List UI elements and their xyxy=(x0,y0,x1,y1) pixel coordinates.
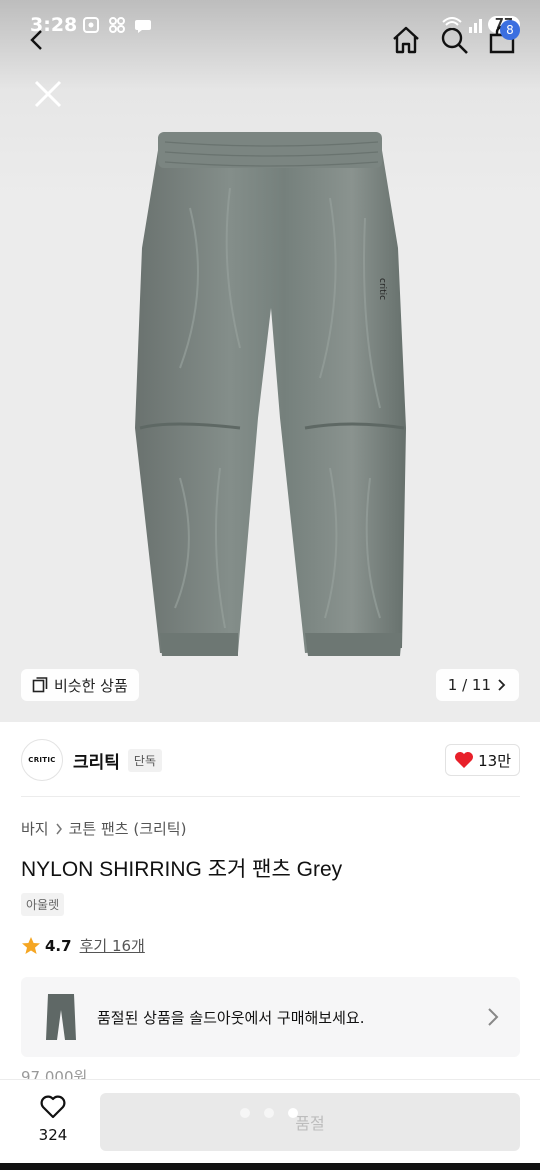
product-image-pants: critic xyxy=(135,132,406,656)
status-notification-icons xyxy=(82,16,152,34)
brand-like-count: 13만 xyxy=(478,751,511,770)
breadcrumb-item[interactable]: 코튼 팬츠 (크리틱) xyxy=(69,818,187,839)
soldout-banner-text: 품절된 상품을 솔드아웃에서 구매해보세요. xyxy=(97,1008,365,1027)
header-actions xyxy=(390,24,518,56)
soldout-banner[interactable]: 품절된 상품을 솔드아웃에서 구매해보세요. xyxy=(21,977,520,1057)
home-icon[interactable] xyxy=(390,24,422,56)
rating-score: 4.7 xyxy=(45,936,72,955)
chevron-right-icon xyxy=(498,679,506,691)
back-icon[interactable] xyxy=(26,28,50,52)
product-title: NYLON SHIRRING 조거 팬츠 Grey xyxy=(21,858,343,881)
search-icon[interactable] xyxy=(438,24,470,56)
chevron-right-icon xyxy=(56,823,62,834)
heart-outline-icon xyxy=(40,1095,66,1119)
similar-icon xyxy=(32,677,48,693)
outlet-tag: 아울렛 xyxy=(21,893,65,916)
soldout-purchase-button[interactable]: 품절 xyxy=(100,1093,520,1151)
similar-products-button[interactable]: 비슷한 상품 xyxy=(21,669,139,701)
heart-icon xyxy=(455,752,474,768)
loading-dot xyxy=(288,1108,298,1118)
navigation-bar xyxy=(0,1163,540,1170)
chat-bubble-icon xyxy=(135,20,151,33)
brand-logo-text: CRITIC xyxy=(28,756,56,764)
brand-logo[interactable]: CRITIC xyxy=(21,739,63,781)
close-icon[interactable] xyxy=(32,78,64,110)
breadcrumb: 바지 코튼 팬츠 (크리틱) xyxy=(21,818,186,839)
soldout-product-thumbnail xyxy=(46,994,76,1040)
cart-count-badge: 8 xyxy=(500,20,520,40)
pants-brand-print: critic xyxy=(377,278,387,300)
bottom-action-bar: 324 품절 xyxy=(0,1079,540,1170)
image-pager[interactable]: 1 / 11 xyxy=(435,669,519,701)
reviews-link[interactable]: 후기 16개 xyxy=(80,935,145,956)
grid-app-icon xyxy=(109,17,125,33)
soldout-button-label: 품절 xyxy=(295,1114,325,1133)
star-icon xyxy=(22,936,40,954)
loading-dots xyxy=(240,1108,298,1118)
wish-button[interactable]: 324 xyxy=(28,1094,78,1144)
image-pager-count: 1 / 11 xyxy=(447,676,491,694)
chevron-right-icon xyxy=(488,1008,499,1026)
brand-like-button[interactable]: 13만 xyxy=(445,744,520,776)
breadcrumb-item[interactable]: 바지 xyxy=(21,818,49,839)
product-image-gallery[interactable]: 3:28 77 8 xyxy=(0,0,540,722)
divider xyxy=(21,796,520,797)
rating-row: 4.7 후기 16개 xyxy=(21,935,145,956)
screenshot-icon xyxy=(83,17,99,33)
loading-dot xyxy=(264,1108,274,1118)
brand-row: CRITIC 크리틱 단독 13만 xyxy=(21,738,520,782)
wish-count: 324 xyxy=(38,1126,68,1144)
brand-name[interactable]: 크리틱 xyxy=(73,748,120,773)
similar-products-label: 비슷한 상품 xyxy=(54,676,128,695)
loading-dot xyxy=(240,1108,250,1118)
exclusive-tag: 단독 xyxy=(127,748,163,772)
